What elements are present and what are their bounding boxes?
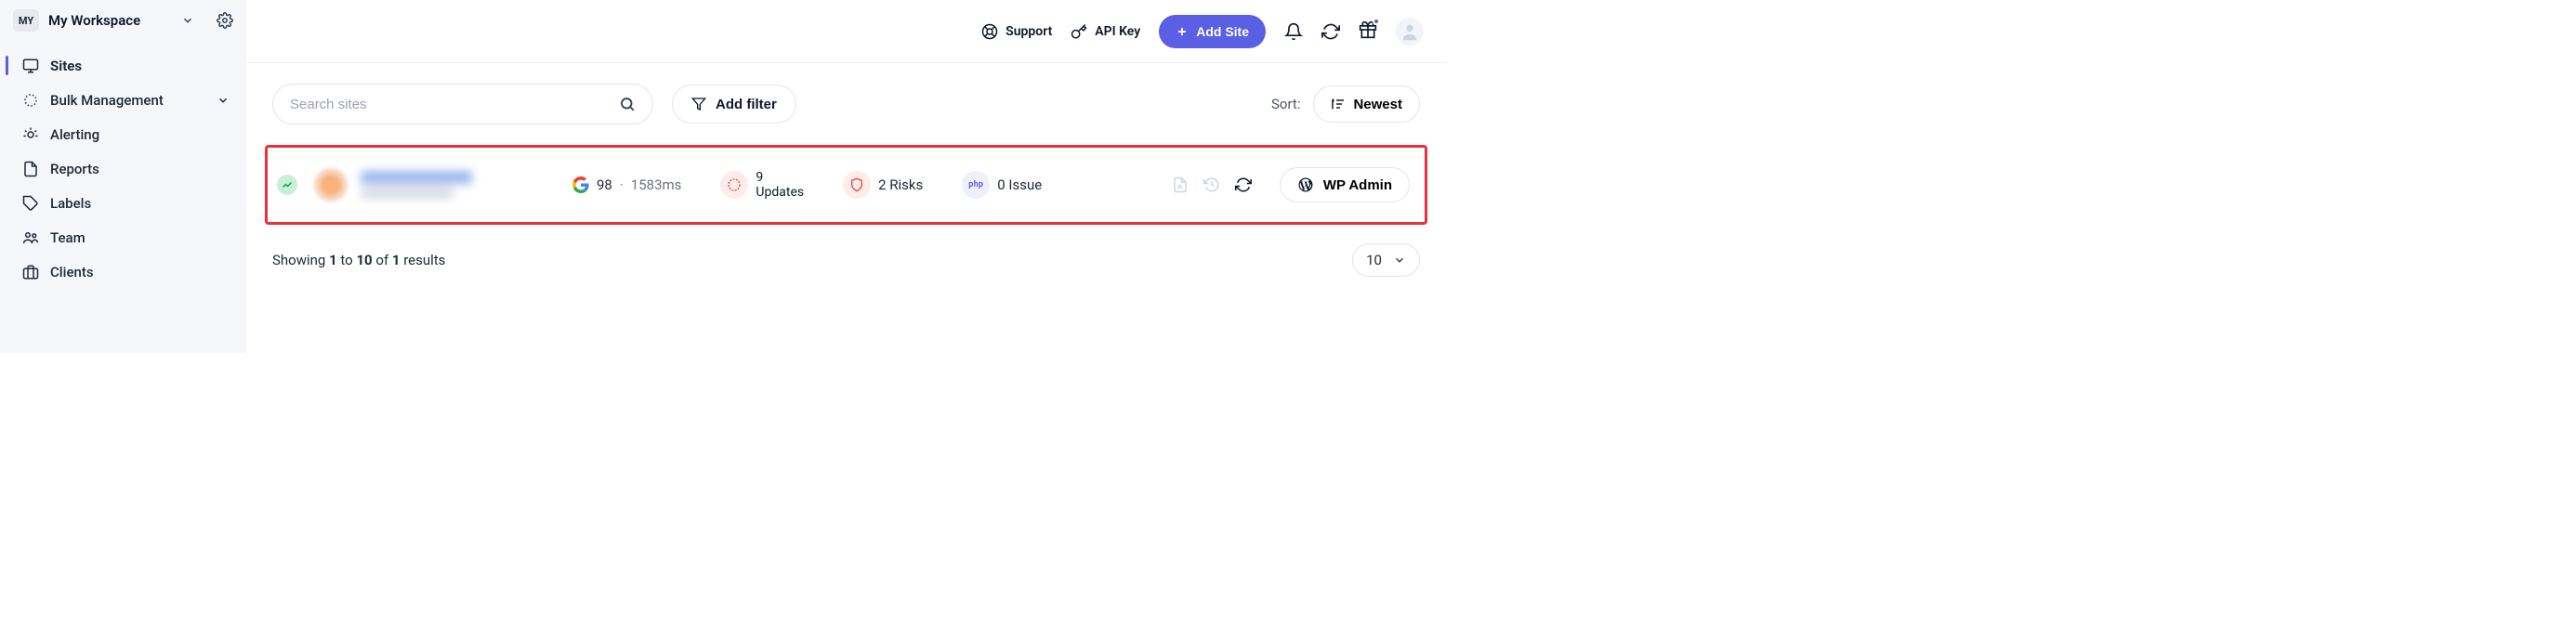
plus-icon <box>1176 25 1189 38</box>
add-site-label: Add Site <box>1196 24 1249 39</box>
sidebar-item-label: Clients <box>50 264 94 280</box>
workspace-badge: MY <box>13 9 39 32</box>
php-metric: php 0 Issue <box>962 171 1042 199</box>
page-size-select[interactable]: 10 <box>1352 243 1420 277</box>
sidebar-item-label: Team <box>50 229 85 246</box>
add-filter-label: Add filter <box>716 97 777 112</box>
filter-icon <box>691 97 706 111</box>
main-content: Support API Key Add Site <box>246 0 1446 353</box>
sidebar: MY My Workspace Sites Bulk Management Al… <box>0 0 246 353</box>
topbar: Support API Key Add Site <box>246 0 1446 63</box>
grid-dots-icon <box>22 92 39 109</box>
sidebar-item-bulk-management[interactable]: Bulk Management <box>0 83 246 117</box>
sidebar-item-reports[interactable]: Reports <box>0 151 246 186</box>
chevron-down-icon <box>217 94 230 107</box>
sort-value: Newest <box>1353 97 1402 112</box>
row-action-icons <box>1172 176 1252 193</box>
wp-admin-label: WP Admin <box>1323 177 1392 193</box>
add-site-button[interactable]: Add Site <box>1159 15 1266 48</box>
updates-count: 9 <box>756 170 804 185</box>
sidebar-item-label: Reports <box>50 161 99 177</box>
gear-icon[interactable] <box>217 12 233 29</box>
results-summary: Showing 1 to 10 of 1 results <box>272 252 445 268</box>
alert-icon <box>22 126 39 143</box>
support-label: Support <box>1005 24 1052 39</box>
history-icon[interactable] <box>1203 176 1220 193</box>
lifebuoy-icon <box>981 23 998 40</box>
pagespeed-metric: 98 · 1583ms <box>572 176 681 193</box>
search-icon <box>619 96 636 112</box>
workspace-name: My Workspace <box>48 12 172 29</box>
support-link[interactable]: Support <box>981 23 1052 40</box>
sidebar-item-labels[interactable]: Labels <box>0 186 246 220</box>
workspace-switcher[interactable]: MY My Workspace <box>0 9 246 43</box>
api-key-link[interactable]: API Key <box>1071 23 1140 40</box>
sidebar-item-team[interactable]: Team <box>0 220 246 254</box>
sync-icon[interactable] <box>1321 22 1340 41</box>
sort-label: Sort: <box>1271 96 1300 112</box>
page-size-value: 10 <box>1366 252 1382 268</box>
load-time: 1583ms <box>631 176 682 193</box>
sidebar-item-label: Sites <box>50 58 82 74</box>
status-up-icon <box>277 175 297 195</box>
google-icon <box>572 176 589 193</box>
shield-icon <box>843 171 871 199</box>
site-row[interactable]: 98 · 1583ms 9 Updates <box>265 145 1427 225</box>
php-issue-text: 0 Issue <box>997 176 1042 193</box>
risks-metric: 2 Risks <box>843 171 923 199</box>
updates-icon <box>720 171 748 199</box>
site-identity <box>314 168 556 202</box>
wp-admin-button[interactable]: WP Admin <box>1280 167 1410 202</box>
sort-icon <box>1331 97 1346 111</box>
updates-metric: 9 Updates <box>720 170 804 200</box>
wordpress-icon <box>1297 176 1314 193</box>
notification-dot <box>1373 18 1380 25</box>
gift-button[interactable] <box>1359 20 1377 43</box>
refresh-icon[interactable] <box>1235 176 1252 193</box>
site-avatar <box>314 168 348 202</box>
results-footer: Showing 1 to 10 of 1 results 10 <box>246 225 1446 295</box>
metric-separator: · <box>620 176 624 193</box>
php-icon: php <box>962 171 990 199</box>
sidebar-item-label: Labels <box>50 195 91 212</box>
sidebar-nav: Sites Bulk Management Alerting Reports L… <box>0 43 246 289</box>
team-icon <box>22 229 39 246</box>
sidebar-item-label: Bulk Management <box>50 92 164 109</box>
search-input[interactable] <box>290 97 610 112</box>
sidebar-item-alerting[interactable]: Alerting <box>0 117 246 151</box>
sidebar-item-sites[interactable]: Sites <box>0 48 246 83</box>
report-icon[interactable] <box>1172 176 1189 193</box>
user-avatar[interactable] <box>1396 18 1424 46</box>
chevron-down-icon <box>1393 254 1406 267</box>
tag-icon <box>22 195 39 212</box>
briefcase-icon <box>22 264 39 280</box>
key-icon <box>1071 23 1087 40</box>
toolbar: Add filter Sort: Newest <box>246 63 1446 145</box>
bell-icon[interactable] <box>1284 22 1303 41</box>
file-icon <box>22 161 39 177</box>
site-name-redacted <box>361 171 472 199</box>
search-field[interactable] <box>272 84 653 124</box>
site-metrics: 98 · 1583ms 9 Updates <box>572 170 1042 200</box>
risks-text: 2 Risks <box>878 176 923 193</box>
sidebar-item-clients[interactable]: Clients <box>0 254 246 289</box>
sort-button[interactable]: Newest <box>1313 85 1420 123</box>
sidebar-item-label: Alerting <box>50 126 99 143</box>
pagespeed-score: 98 <box>597 176 612 193</box>
api-key-label: API Key <box>1095 24 1140 39</box>
updates-label: Updates <box>756 185 804 200</box>
monitor-icon <box>22 58 39 74</box>
chevron-down-icon <box>181 14 194 27</box>
add-filter-button[interactable]: Add filter <box>672 85 796 124</box>
